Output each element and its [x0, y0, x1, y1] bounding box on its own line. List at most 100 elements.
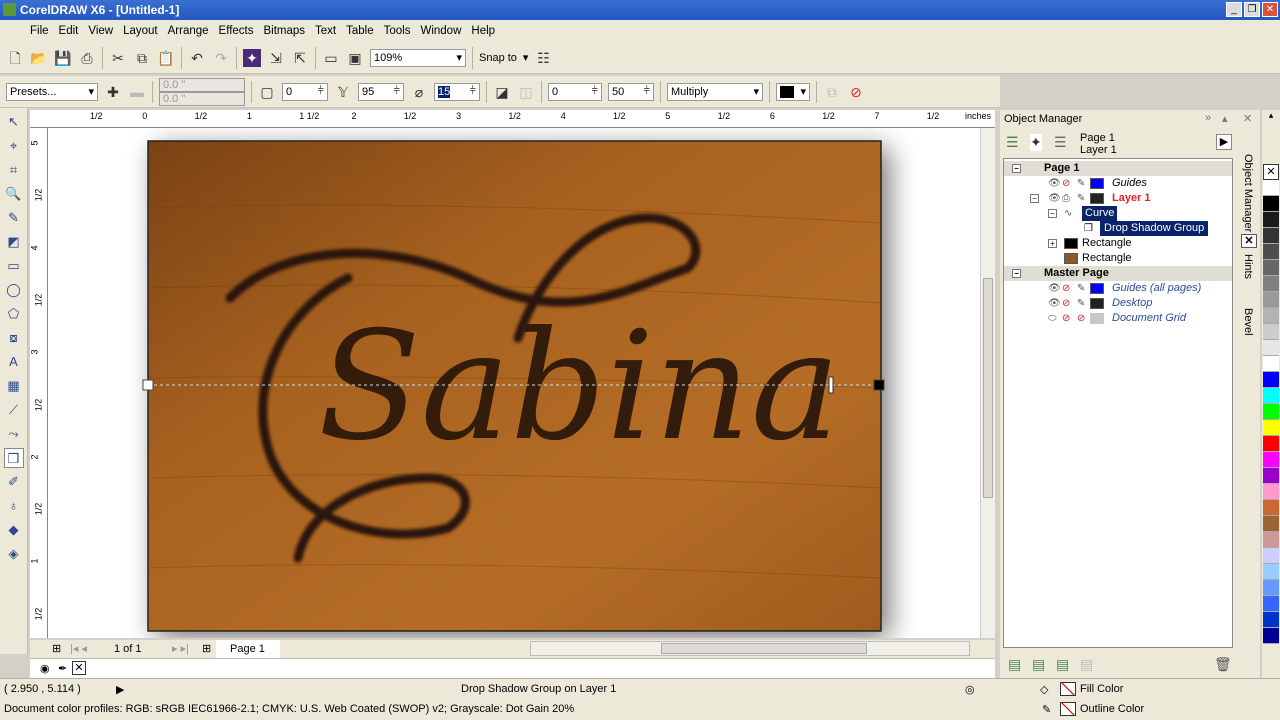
eye-icon[interactable]: 👁: [1048, 281, 1061, 296]
collapse-icon[interactable]: −: [1012, 269, 1021, 278]
print-disabled-icon[interactable]: ⊘: [1062, 281, 1070, 296]
palette-swatch[interactable]: [1263, 404, 1279, 420]
expand-icon[interactable]: »: [1205, 112, 1211, 124]
palette-swatch[interactable]: [1263, 340, 1279, 356]
horizontal-ruler[interactable]: 1/2 0 1/2 1 1 1/2 2 1/2 3 1/2 4 1/2 5 1/2 6 1/2 7 1/2 inc…: [30, 110, 995, 128]
smart-fill-icon[interactable]: ◩: [4, 232, 24, 252]
shadow-fade-field[interactable]: 0 ⫩: [548, 82, 602, 101]
add-page-icon[interactable]: ⊞: [52, 642, 61, 655]
close-docker-icon[interactable]: ✕: [1241, 234, 1257, 248]
tree-master-page[interactable]: − Master Page: [1004, 266, 1232, 281]
delete-icon[interactable]: 🗑: [1214, 656, 1232, 673]
palette-swatch[interactable]: [1263, 484, 1279, 500]
polygon-tool-icon[interactable]: ⬠: [4, 304, 24, 324]
palette-swatch[interactable]: [1263, 228, 1279, 244]
new-master-layer-odd-icon[interactable]: ▤: [1056, 656, 1069, 673]
chevron-down-icon[interactable]: ▾: [523, 51, 529, 64]
menu-effects[interactable]: Effects: [217, 25, 262, 37]
tree-page-1[interactable]: − Page 1: [1004, 161, 1232, 176]
palette-swatch[interactable]: [1263, 596, 1279, 612]
vertical-ruler[interactable]: 5 1/2 4 1/2 3 1/2 2 1/2 1 1/2: [30, 128, 48, 638]
crop-tool-icon[interactable]: ⌗: [4, 160, 24, 180]
palette-swatch[interactable]: [1263, 276, 1279, 292]
welcome-screen-icon[interactable]: ▣: [346, 49, 364, 67]
shadow-start-handle[interactable]: [142, 379, 154, 391]
palette-swatch[interactable]: [1263, 260, 1279, 276]
collapse-icon[interactable]: −: [1030, 194, 1039, 203]
edit-across-layers-icon[interactable]: ✦: [1030, 134, 1042, 151]
palette-swatch[interactable]: [1263, 388, 1279, 404]
palette-swatch[interactable]: [1263, 244, 1279, 260]
feather-direction-icon[interactable]: ◪: [493, 83, 511, 101]
eye-icon[interactable]: 👁: [1048, 176, 1061, 191]
copy-icon[interactable]: ⧉: [133, 49, 151, 67]
undo-icon[interactable]: ↶: [188, 49, 206, 67]
palette-swatch[interactable]: [1263, 564, 1279, 580]
last-page-icon[interactable]: ▸ ▸|: [172, 642, 189, 655]
color-profiles[interactable]: Document color profiles: RGB: sRGB IEC61…: [4, 703, 574, 715]
outline-pen-icon[interactable]: ♁: [4, 496, 24, 516]
options-icon[interactable]: ☷: [534, 49, 552, 67]
palette-swatch[interactable]: [1263, 212, 1279, 228]
menu-tools[interactable]: Tools: [382, 25, 419, 37]
eyedropper-tool-icon[interactable]: ✐: [4, 472, 24, 492]
minimize-button[interactable]: _: [1226, 2, 1242, 17]
palette-swatch[interactable]: [1263, 628, 1279, 644]
edit-icon[interactable]: ✎: [1077, 296, 1085, 311]
menu-arrange[interactable]: Arrange: [166, 25, 217, 37]
palette-swatch[interactable]: [1263, 292, 1279, 308]
import-icon[interactable]: ⇲: [267, 49, 285, 67]
new-master-layer-icon[interactable]: ▤: [1032, 656, 1045, 673]
tree-rectangle-wood[interactable]: Rectangle: [1004, 251, 1232, 266]
new-icon[interactable]: 🗋: [6, 49, 24, 67]
palette-swatch[interactable]: [1263, 452, 1279, 468]
table-tool-icon[interactable]: ▦: [4, 376, 24, 396]
paste-icon[interactable]: 📋: [157, 49, 175, 67]
redo-icon[interactable]: ↷: [212, 49, 230, 67]
application-launcher-icon[interactable]: ▭: [322, 49, 340, 67]
eye-icon[interactable]: 👁: [1048, 191, 1061, 206]
palette-flyout-icon[interactable]: ◉: [40, 662, 50, 675]
palette-swatch[interactable]: [1263, 516, 1279, 532]
add-page-after-icon[interactable]: ⊞: [202, 642, 211, 655]
collapse-icon[interactable]: −: [1048, 209, 1057, 218]
shadow-opacity-field[interactable]: 95 ⫩: [358, 82, 404, 101]
transparency-operation-select[interactable]: Multiply ▾: [667, 82, 763, 101]
palette-swatch[interactable]: [1263, 500, 1279, 516]
drop-shadow-tool-icon[interactable]: ❒: [3, 448, 24, 468]
drawing-canvas[interactable]: Sabina: [48, 128, 980, 638]
print-disabled-icon[interactable]: ⊘: [1062, 176, 1070, 191]
interactive-fill-icon[interactable]: ◈: [4, 544, 24, 564]
tree-desktop[interactable]: 👁 ⊘ ✎ Desktop: [1004, 296, 1232, 311]
open-icon[interactable]: 📂: [30, 49, 48, 67]
shadow-feather-field[interactable]: 15 ⫩: [434, 82, 480, 101]
menu-text[interactable]: Text: [313, 25, 344, 37]
vertical-scrollbar[interactable]: [980, 128, 995, 638]
close-button[interactable]: ✕: [1262, 2, 1278, 17]
shadow-angle-field[interactable]: 0 ⫩: [282, 82, 328, 101]
print-disabled-icon[interactable]: ⊘: [1062, 296, 1070, 311]
menu-table[interactable]: Table: [344, 25, 382, 37]
palette-scroll-up-icon[interactable]: ▴: [1262, 110, 1280, 124]
page-tab[interactable]: Page 1: [216, 640, 280, 658]
search-content-icon[interactable]: ✦: [243, 48, 261, 67]
palette-swatch[interactable]: [1263, 356, 1279, 372]
expand-icon[interactable]: +: [1048, 239, 1057, 248]
cut-icon[interactable]: ✂: [109, 49, 127, 67]
shadow-end-handle[interactable]: [873, 379, 885, 391]
sabina-text[interactable]: Sabina: [318, 300, 840, 474]
close-icon[interactable]: ✕: [1243, 112, 1252, 125]
horizontal-scrollbar[interactable]: [530, 641, 970, 656]
palette-swatch[interactable]: [1263, 308, 1279, 324]
eye-icon[interactable]: 👁: [1048, 296, 1061, 311]
text-tool-icon[interactable]: A: [4, 352, 24, 372]
ellipse-tool-icon[interactable]: ◯: [4, 280, 24, 300]
zoom-tool-icon[interactable]: 🔍: [4, 184, 24, 204]
save-icon[interactable]: 💾: [54, 49, 72, 67]
pick-tool-icon[interactable]: ↖: [4, 112, 24, 132]
clear-shadow-icon[interactable]: ⊘: [847, 83, 865, 101]
palette-swatch[interactable]: [1263, 532, 1279, 548]
edit-icon[interactable]: ✎: [1077, 191, 1085, 206]
restore-button[interactable]: ❐: [1244, 2, 1260, 17]
menu-edit[interactable]: Edit: [57, 25, 87, 37]
